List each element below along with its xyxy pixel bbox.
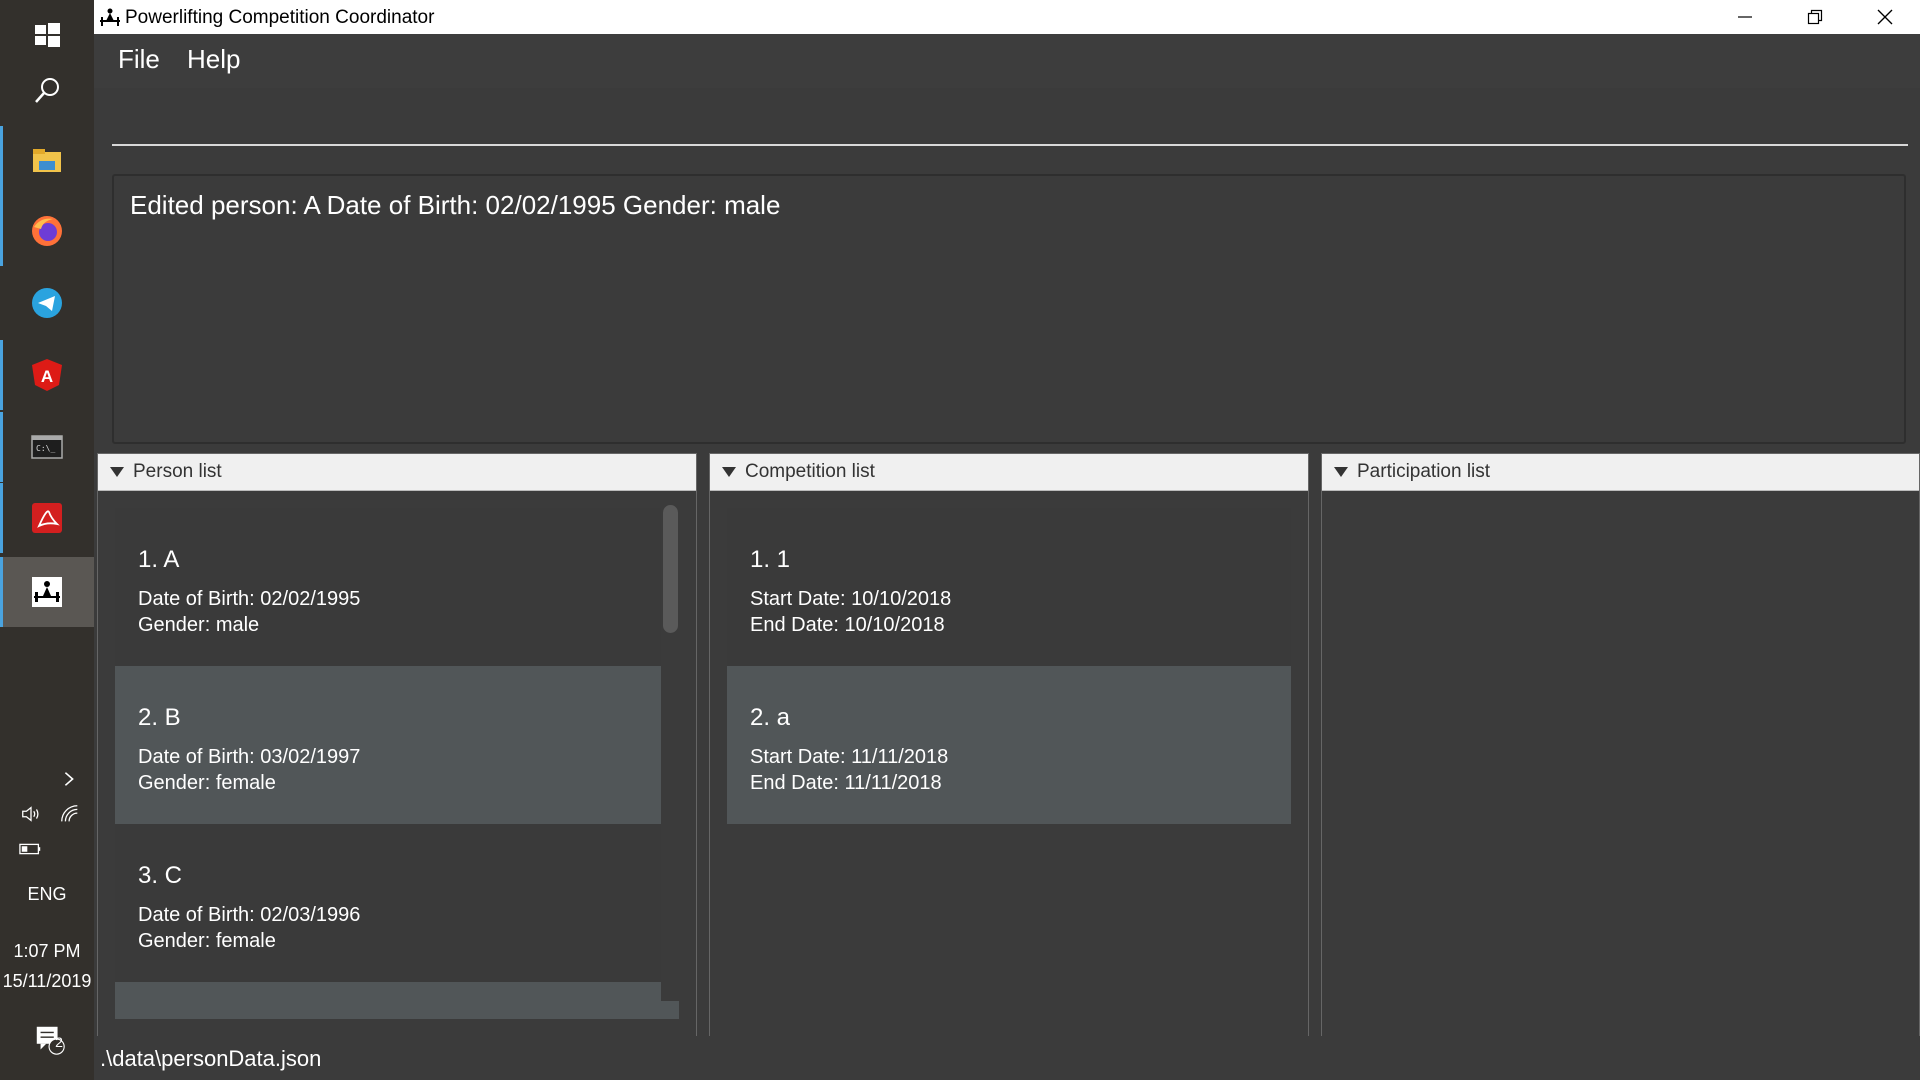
person-list-body[interactable]: 1. A Date of Birth: 02/02/1995 Gender: m… [98,491,696,1037]
menu-file[interactable]: File [118,44,160,75]
angular-icon[interactable]: A [0,340,94,410]
competition-start-date: Start Date: 11/11/2018 [750,746,949,768]
competition-name: 2. a [750,704,791,731]
competition-name: 1. 1 [750,546,791,573]
competition-list-panel: Competition list 1. 1 Start Date: 10/10/… [709,453,1309,1038]
collapse-triangle-icon [722,467,736,477]
clock-date[interactable]: 15/11/2019 [0,971,94,992]
svg-text:C:\_: C:\_ [36,444,55,453]
restore-button[interactable] [1780,0,1850,34]
powerlifting-app-icon[interactable] [0,557,94,627]
person-list-panel: Person list 1. A Date of Birth: 02/02/19… [97,453,697,1038]
notification-count: 2 [55,1034,63,1050]
person-name: 2. B [138,704,181,731]
command-box [94,88,1920,168]
competition-list-header[interactable]: Competition list [710,454,1308,491]
firefox-icon[interactable] [0,196,94,266]
result-message: Edited person: A Date of Birth: 02/02/19… [130,190,781,220]
competition-end-date: End Date: 11/11/2018 [750,772,942,794]
person-name: 1. A [138,546,180,573]
minimize-button[interactable] [1710,0,1780,34]
close-button[interactable] [1850,0,1920,34]
menu-help[interactable]: Help [187,44,240,75]
chevron-right-icon[interactable] [58,768,80,790]
window-title: Powerlifting Competition Coordinator [125,7,435,28]
terminal-icon[interactable]: C:\_ [0,412,94,482]
person-dob: Date of Birth: 02/03/1996 [138,904,361,926]
minimize-icon [1738,16,1752,18]
restore-icon [1807,9,1823,25]
person-card[interactable]: 2. B Date of Birth: 03/02/1997 Gender: f… [115,666,679,824]
competition-card[interactable]: 1. 1 Start Date: 10/10/2018 End Date: 10… [727,508,1291,666]
person-list-scroll-thumb[interactable] [663,505,678,633]
participation-list-body[interactable] [1322,491,1919,1037]
command-input[interactable] [112,102,1908,146]
person-card-partial[interactable] [115,982,679,1019]
result-display[interactable]: Edited person: A Date of Birth: 02/02/19… [112,174,1906,444]
person-name: 3. C [138,862,183,889]
participation-list-header[interactable]: Participation list [1322,454,1919,491]
participation-list-title: Participation list [1357,461,1491,482]
competition-list-title: Competition list [745,461,875,482]
person-list-title: Person list [133,461,222,482]
person-dob: Date of Birth: 03/02/1997 [138,746,361,768]
participation-list-panel: Participation list [1321,453,1920,1038]
title-bar[interactable]: Powerlifting Competition Coordinator [94,0,1920,34]
person-card[interactable]: 3. C Date of Birth: 02/03/1996 Gender: f… [115,824,679,982]
notification-center-icon[interactable]: 2 [32,1022,68,1058]
svg-text:A: A [41,367,53,386]
clock-time[interactable]: 1:07 PM [0,941,94,962]
file-explorer-icon[interactable] [0,126,94,196]
competition-list-body[interactable]: 1. 1 Start Date: 10/10/2018 End Date: 10… [710,491,1308,1037]
person-list-header[interactable]: Person list [98,454,696,491]
menu-bar: File Help [94,34,1920,89]
app-window: Powerlifting Competition Coordinator Fil… [94,0,1920,1080]
telegram-icon[interactable] [0,268,94,338]
competition-card[interactable]: 2. a Start Date: 11/11/2018 End Date: 11… [727,666,1291,824]
competition-start-date: Start Date: 10/10/2018 [750,588,952,610]
person-card[interactable]: 1. A Date of Birth: 02/02/1995 Gender: m… [115,508,679,666]
battery-icon[interactable] [18,840,44,858]
collapse-triangle-icon [1334,467,1348,477]
person-dob: Date of Birth: 02/02/1995 [138,588,361,610]
taskbar: A C:\_ ENG 1:07 PM 15/11/2019 2 [0,0,94,1080]
close-icon [1877,9,1893,25]
wifi-icon[interactable] [57,802,83,826]
person-gender: Gender: female [138,772,276,794]
person-gender: Gender: female [138,930,276,952]
volume-icon[interactable] [18,802,44,826]
app-logo-icon [100,8,120,26]
search-icon[interactable] [0,56,94,126]
acrobat-icon[interactable] [0,483,94,553]
language-indicator[interactable]: ENG [0,884,94,905]
data-file-path: .\data\personData.json [100,1046,322,1071]
status-bar: .\data\personData.json [94,1036,1920,1080]
collapse-triangle-icon [110,467,124,477]
competition-end-date: End Date: 10/10/2018 [750,614,945,636]
person-gender: Gender: male [138,614,260,636]
